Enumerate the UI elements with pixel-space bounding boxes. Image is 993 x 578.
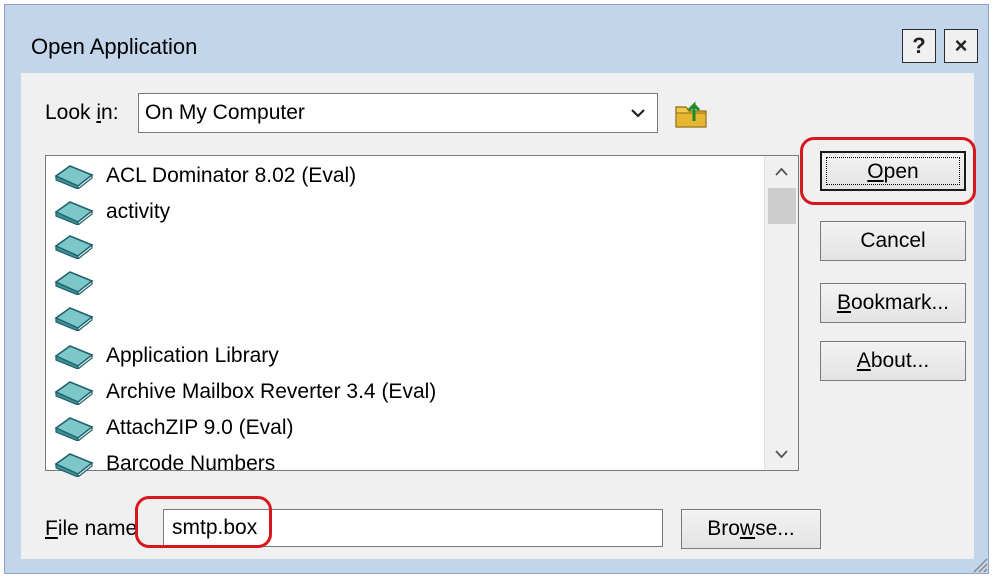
scroll-up-icon[interactable] <box>765 156 798 188</box>
book-icon <box>54 345 94 369</box>
list-item[interactable]: AttachZIP 9.0 (Eval) <box>54 412 294 444</box>
browse-button[interactable]: Browse... <box>681 509 821 549</box>
list-item[interactable]: Barcode Numbers <box>54 448 275 480</box>
about-button[interactable]: About... <box>820 341 966 381</box>
app-name: ACL Dominator 8.02 (Eval) <box>106 164 357 187</box>
book-icon <box>54 381 94 405</box>
title-bar[interactable]: Open Application ? × <box>5 5 988 73</box>
open-application-dialog: Open Application ? × Look in: On My Comp… <box>4 4 989 574</box>
book-icon <box>54 453 94 477</box>
app-name: AttachZIP 9.0 (Eval) <box>106 416 294 439</box>
close-button[interactable]: × <box>944 29 978 63</box>
file-name-label: File name <box>45 517 138 540</box>
scrollbar-thumb[interactable] <box>768 188 796 224</box>
dialog-title: Open Application <box>31 34 198 59</box>
book-icon <box>54 165 94 189</box>
chevron-down-icon[interactable] <box>627 100 649 126</box>
list-item[interactable]: Archive Mailbox Reverter 3.4 (Eval) <box>54 376 436 408</box>
list-item[interactable] <box>54 230 106 262</box>
app-name: Barcode Numbers <box>106 452 276 475</box>
look-in-value: On My Computer <box>145 101 305 124</box>
app-name: Archive Mailbox Reverter 3.4 (Eval) <box>106 380 437 403</box>
list-item[interactable]: activity <box>54 196 170 228</box>
file-name-highlight <box>135 496 272 548</box>
scroll-down-icon[interactable] <box>765 438 798 470</box>
cancel-button[interactable]: Cancel <box>820 221 966 261</box>
book-icon <box>54 417 94 441</box>
book-icon <box>54 271 94 295</box>
book-icon <box>54 201 94 225</box>
application-list[interactable]: ACL Dominator 8.02 (Eval) activity Appli… <box>45 155 799 477</box>
app-name: activity <box>106 200 171 223</box>
book-icon <box>54 307 94 331</box>
look-in-label: Look in: <box>45 101 119 124</box>
app-name: Application Library <box>106 344 279 367</box>
list-item[interactable] <box>54 266 106 298</box>
help-button[interactable]: ? <box>902 29 936 63</box>
look-in-dropdown[interactable]: On My Computer <box>138 93 658 133</box>
up-one-level-icon[interactable] <box>672 93 710 133</box>
list-item[interactable]: Application Library <box>54 340 279 372</box>
book-icon <box>54 235 94 259</box>
list-item[interactable]: ACL Dominator 8.02 (Eval) <box>54 160 356 192</box>
open-button-highlight <box>800 137 976 205</box>
list-item[interactable] <box>54 302 106 334</box>
vertical-scrollbar[interactable] <box>764 156 798 470</box>
bookmark-button[interactable]: Bookmark... <box>820 283 966 323</box>
resize-grip-icon[interactable] <box>968 553 988 573</box>
